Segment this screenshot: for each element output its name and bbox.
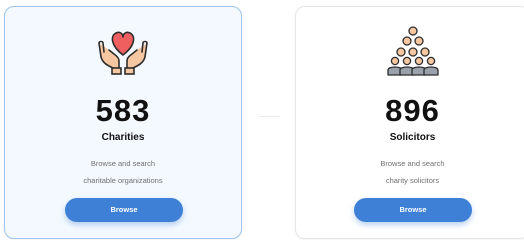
browse-charities-button[interactable]: Browse	[65, 198, 183, 222]
solicitors-description: Browse and search charity solicitors	[296, 155, 524, 189]
charities-desc-line-1: Browse and search	[90, 159, 156, 168]
solicitors-desc-line-2: charity solicitors	[385, 176, 440, 185]
browse-solicitors-button[interactable]: Browse	[354, 198, 472, 222]
solicitors-desc-line-1: Browse and search	[380, 159, 445, 168]
charities-count: 583	[95, 93, 151, 128]
charities-title: Charities	[101, 132, 145, 143]
solicitors-card[interactable]: 896 Solicitors Browse and search charity…	[295, 6, 524, 239]
charities-card[interactable]: 583 Charities Browse and search charitab…	[4, 6, 242, 239]
charities-desc-line-2: charitable organizations	[83, 176, 163, 185]
people-group-icon	[296, 25, 524, 77]
charities-description: Browse and search charitable organizatio…	[5, 155, 241, 189]
solicitors-title: Solicitors	[389, 132, 436, 143]
divider	[258, 116, 280, 117]
solicitors-count: 896	[385, 93, 440, 128]
hands-heart-icon	[5, 25, 241, 77]
